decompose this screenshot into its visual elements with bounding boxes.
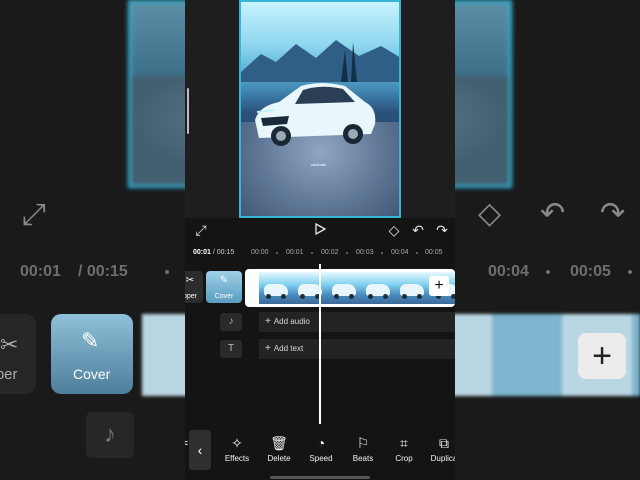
editor-screen: carshots ⤢ ◇ ↶ ↷ 00:01 / 00:15 00:00 00:… — [185, 0, 455, 480]
flag-icon: ⚐ — [356, 435, 370, 451]
ruler-dot — [311, 252, 313, 254]
tool-delete[interactable]: 🗑 Delete — [259, 434, 299, 463]
redo-button[interactable]: ↷ — [431, 220, 453, 240]
bg-clipper-tile: ✂ Clipper — [0, 314, 36, 394]
cover-tile[interactable]: ✎ Cover — [206, 271, 242, 303]
clip-frames — [259, 272, 455, 304]
add-text-button[interactable]: + Add text — [259, 339, 455, 359]
ruler-tick: 00:00 — [251, 249, 269, 256]
pencil-icon: ✎ — [219, 275, 229, 286]
time-ruler[interactable]: 00:01 / 00:15 00:00 00:01 00:02 00:03 00… — [185, 246, 455, 260]
clipper-tile[interactable]: ✂ pper — [185, 271, 203, 303]
bg-dot — [165, 270, 169, 274]
edit-toolbar: ✂ s ‹ ✧ Effects 🗑 Delete ◔ Speed ⚐ Beats… — [185, 428, 455, 472]
tool-label: Effects — [224, 454, 250, 463]
tool-crop[interactable]: ⌗ Crop — [384, 434, 424, 463]
tool-beats[interactable]: ⚐ Beats — [343, 434, 383, 463]
cover-label: Cover — [214, 293, 234, 300]
effects-icon: ✧ — [231, 435, 243, 451]
undo-button[interactable]: ↶ — [407, 220, 429, 240]
bg-tick: 00:04 — [488, 263, 529, 280]
text-track-icon: T — [220, 340, 242, 358]
trash-icon: 🗑 — [270, 435, 288, 451]
total-time: / 00:15 — [210, 249, 235, 256]
tool-effects[interactable]: ✧ Effects — [217, 434, 257, 463]
bg-add-icon: + — [578, 333, 626, 379]
ruler-tick: 00:03 — [356, 249, 374, 256]
bg-scissors-icon: ✂ — [0, 332, 19, 357]
scissors-icon: ✂ — [185, 275, 195, 286]
plus-icon: + — [265, 316, 271, 327]
tool-label: Beats — [352, 454, 374, 463]
ruler-tick: 00:01 — [286, 249, 304, 256]
tool-speed[interactable]: ◔ Speed — [301, 434, 341, 463]
crop-icon: ⌗ — [400, 435, 408, 451]
play-icon — [315, 222, 327, 236]
audio-track-icon: ♪ — [220, 313, 242, 331]
watermark-text: carshots — [311, 162, 327, 167]
ruler-dot — [276, 252, 278, 254]
play-button[interactable] — [309, 220, 331, 240]
tool-label: Duplica — [430, 454, 455, 463]
redo-icon: ↷ — [436, 222, 448, 238]
video-clip[interactable] — [245, 269, 455, 307]
ruler-tick: 00:05 — [425, 249, 443, 256]
expand-icon: ⤢ — [195, 222, 207, 238]
bg-pencil-icon: ✎ — [81, 328, 100, 353]
tool-label: Speed — [309, 454, 333, 463]
time-readout: 00:01 / 00:15 — [193, 249, 234, 256]
speed-icon: ◔ — [316, 435, 326, 451]
chevron-left-icon: ‹ — [197, 442, 203, 458]
bg-undo-icon: ↶ — [540, 197, 566, 230]
bg-music-icon: ♪ — [86, 412, 134, 458]
panel-handle[interactable] — [187, 88, 189, 134]
ruler-dot — [416, 252, 418, 254]
ruler-dot — [381, 252, 383, 254]
fullscreen-button[interactable]: ⤢ — [190, 220, 212, 240]
clip-frame — [361, 272, 395, 304]
clip-frame — [327, 272, 361, 304]
current-time: 00:01 — [193, 249, 211, 256]
add-audio-label: Add audio — [273, 317, 310, 326]
ruler-tick: 00:04 — [391, 249, 409, 256]
bg-clipper-label: Clipper — [0, 366, 18, 383]
bg-cover-tile: ✎ Cover — [51, 314, 133, 394]
playhead[interactable] — [319, 264, 321, 424]
preview-right-margin — [401, 0, 455, 218]
clip-frame — [293, 272, 327, 304]
tool-label: Delete — [267, 454, 291, 463]
tool-label: Crop — [395, 454, 413, 463]
plus-icon: + — [434, 277, 444, 294]
tool-duplicate[interactable]: ⧉ Duplica — [424, 434, 455, 463]
undo-icon: ↶ — [412, 222, 424, 238]
keyframe-button[interactable]: ◇ — [383, 220, 405, 240]
bg-tick: 00:05 — [570, 263, 611, 280]
bg-redo-icon: ↷ — [600, 197, 626, 230]
bg-dot — [628, 270, 632, 274]
video-preview[interactable]: carshots — [239, 0, 401, 218]
bg-expand-icon: ⤢ — [22, 198, 46, 231]
back-button[interactable]: ‹ — [189, 430, 211, 470]
clip-frame — [395, 272, 429, 304]
ruler-tick: 00:02 — [321, 249, 339, 256]
clipper-label: pper — [185, 293, 197, 300]
add-audio-button[interactable]: + Add audio — [259, 312, 455, 332]
duplicate-icon: ⧉ — [439, 435, 449, 451]
ruler-dot — [346, 252, 348, 254]
preview-left-margin — [185, 0, 239, 218]
car-image — [255, 83, 376, 146]
keyframe-icon: ◇ — [388, 222, 400, 238]
add-clip-button[interactable]: + — [429, 276, 449, 296]
home-indicator[interactable] — [270, 476, 370, 479]
add-text-label: Add text — [273, 344, 304, 353]
bg-cover-label: Cover — [73, 366, 111, 382]
bg-dot — [546, 270, 550, 274]
clip-frame — [259, 272, 293, 304]
bg-time-total: / 00:15 — [78, 263, 128, 280]
plus-icon: + — [265, 343, 271, 354]
bg-time-current: 00:01 — [20, 263, 61, 280]
bg-keyframe-icon: ◇ — [478, 197, 502, 230]
